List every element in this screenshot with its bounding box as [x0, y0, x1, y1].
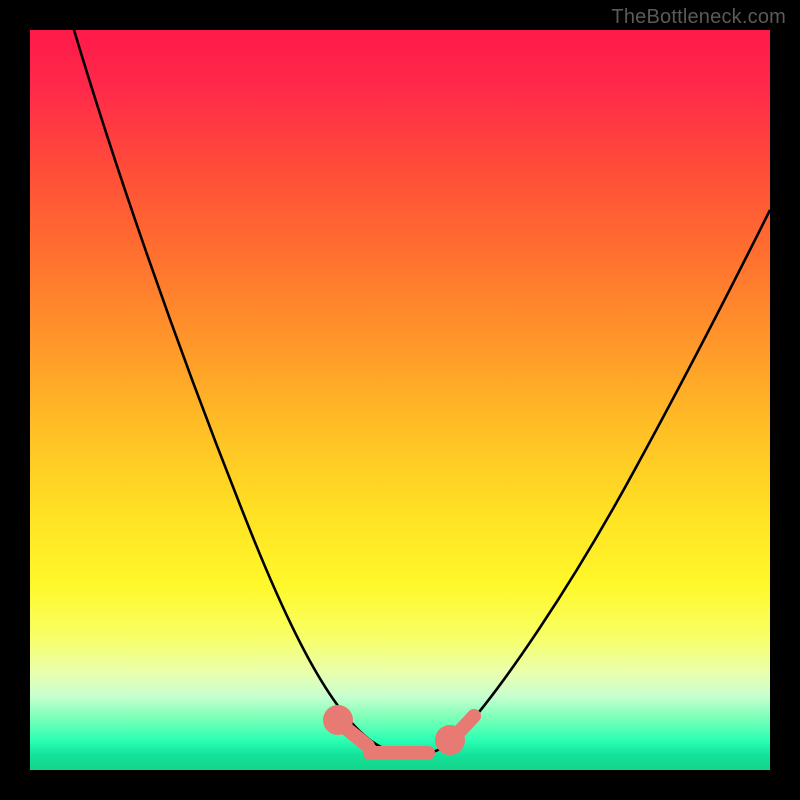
watermark-text: TheBottleneck.com: [611, 6, 786, 29]
plot-area: [30, 30, 770, 770]
min-marker-group: [330, 712, 474, 753]
bottleneck-curve: [74, 30, 770, 755]
min-marker-seg-left: [348, 730, 368, 746]
chart-frame: TheBottleneck.com: [0, 0, 800, 800]
curve-layer: [30, 30, 770, 770]
min-marker-seg-right: [460, 716, 474, 731]
